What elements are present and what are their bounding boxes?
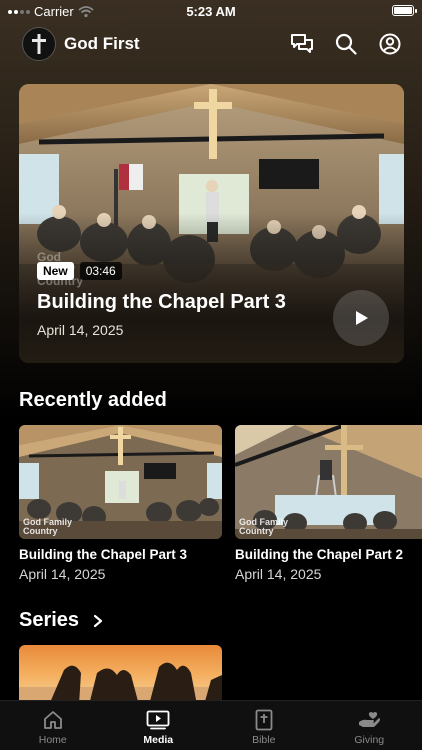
recent-item-thumbnail: God Family Country bbox=[19, 425, 222, 539]
tab-giving[interactable]: Giving bbox=[317, 701, 422, 750]
recent-item-date: April 14, 2025 bbox=[19, 566, 106, 582]
chat-button[interactable] bbox=[288, 30, 316, 58]
giving-icon bbox=[359, 712, 381, 727]
recent-item[interactable]: God Family Country Building the Chapel P… bbox=[19, 425, 222, 582]
sunset-hands-thumbnail-image bbox=[19, 645, 222, 705]
chat-icon bbox=[291, 34, 313, 53]
recent-item-watermark: God Family Country bbox=[23, 517, 73, 536]
tab-giving-label: Giving bbox=[354, 734, 385, 746]
media-icon bbox=[146, 710, 170, 730]
tab-bible[interactable]: Bible bbox=[211, 701, 317, 750]
series-header[interactable]: Series bbox=[19, 609, 103, 632]
recent-item-thumbnail: God Family Country bbox=[235, 425, 422, 539]
tab-media[interactable]: Media bbox=[106, 701, 212, 750]
search-icon bbox=[335, 33, 357, 55]
app-header: God First bbox=[22, 24, 404, 64]
duration-badge: 03:46 bbox=[79, 262, 122, 280]
recent-item-date: April 14, 2025 bbox=[235, 566, 322, 582]
app-logo[interactable] bbox=[22, 27, 56, 61]
bible-icon bbox=[255, 709, 273, 731]
app-title: God First bbox=[64, 34, 140, 53]
recent-item-title: Building the Chapel Part 2 bbox=[235, 547, 404, 562]
battery-icon bbox=[392, 5, 417, 16]
play-button[interactable] bbox=[333, 290, 389, 346]
tab-bar: Home Media Bible Giving bbox=[0, 700, 422, 750]
featured-video-card[interactable]: God Family Country New 03:46 Building th… bbox=[19, 84, 404, 363]
recent-item-watermark: God Family Country bbox=[239, 517, 289, 536]
play-icon bbox=[356, 311, 368, 325]
hero-title: Building the Chapel Part 3 bbox=[37, 291, 286, 313]
recent-item[interactable]: God Family Country Building the Chapel P… bbox=[235, 425, 422, 582]
profile-icon bbox=[379, 33, 401, 55]
tab-media-label: Media bbox=[143, 734, 174, 746]
home-icon bbox=[43, 711, 62, 729]
cross-logo-icon bbox=[32, 34, 46, 54]
hero-date: April 14, 2025 bbox=[37, 322, 124, 338]
recently-added-title: Recently added bbox=[19, 389, 167, 411]
tab-bible-label: Bible bbox=[252, 734, 276, 746]
hero-badges: New 03:46 bbox=[37, 262, 122, 280]
profile-button[interactable] bbox=[376, 30, 404, 58]
status-bar: Carrier 5:23 AM bbox=[0, 0, 422, 22]
series-title: Series bbox=[19, 609, 80, 631]
search-button[interactable] bbox=[332, 30, 360, 58]
status-time: 5:23 AM bbox=[186, 4, 236, 19]
recent-item-title: Building the Chapel Part 3 bbox=[19, 547, 188, 562]
tab-home[interactable]: Home bbox=[0, 701, 106, 750]
tab-home-label: Home bbox=[38, 734, 67, 746]
new-badge: New bbox=[37, 262, 74, 280]
chevron-right-icon bbox=[93, 614, 103, 627]
series-card[interactable] bbox=[19, 645, 222, 705]
